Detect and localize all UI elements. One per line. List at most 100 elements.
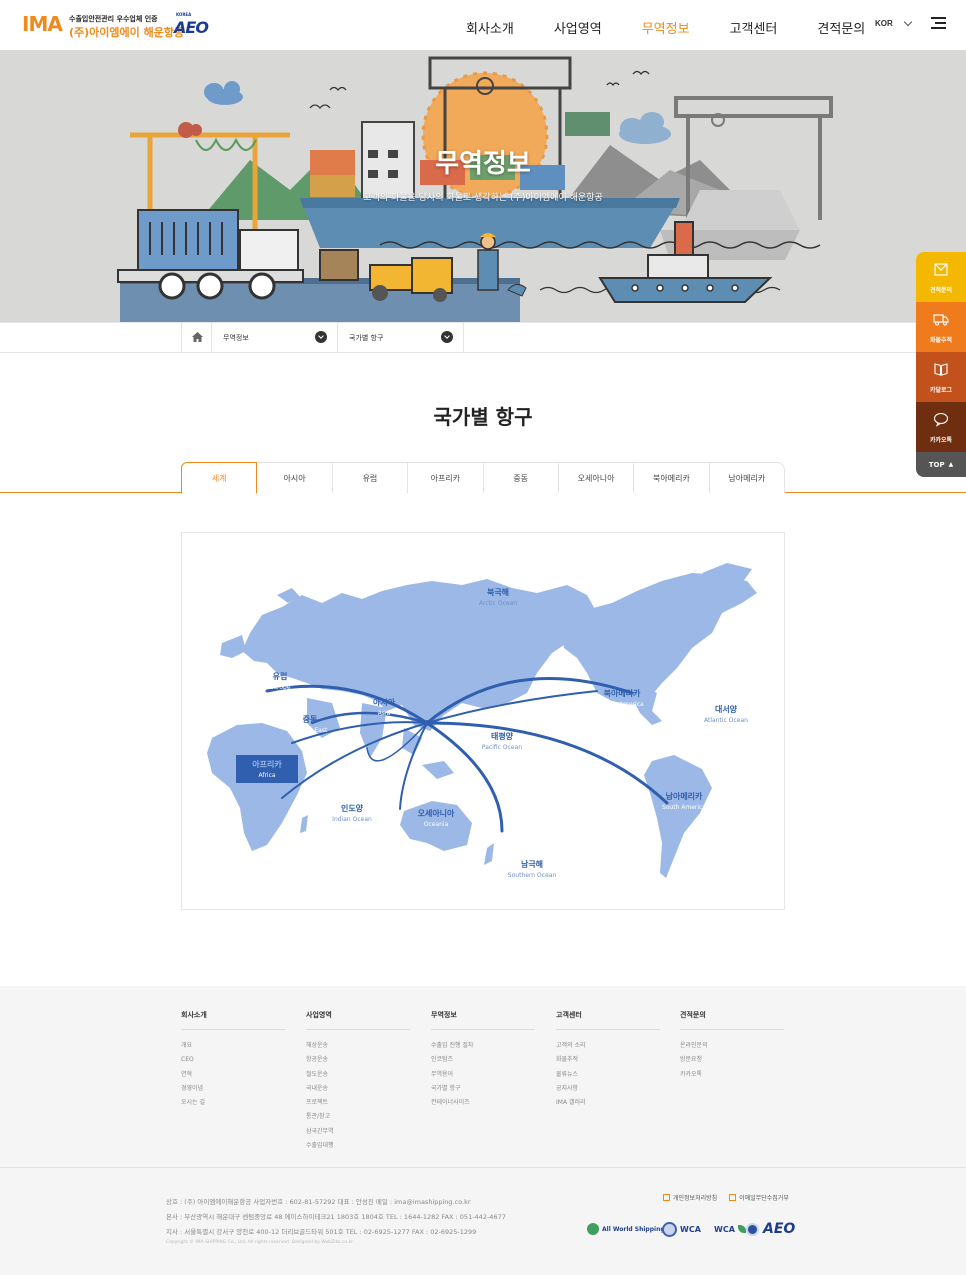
- quick-quote-button[interactable]: 견적문의: [916, 252, 966, 302]
- tab-middle-east[interactable]: 중동: [483, 462, 559, 493]
- footer-link[interactable]: 인코텀즈: [431, 1053, 535, 1067]
- page-title: 국가별 항구: [433, 405, 533, 429]
- logo-company: (주)아이엠에이 해운항공: [69, 26, 185, 39]
- aeo-logo: AEO: [174, 18, 209, 37]
- region-south-america-ko[interactable]: 남아메리카: [666, 791, 703, 801]
- footer-link[interactable]: 개요: [181, 1039, 285, 1053]
- company-info-line: 상호 : (주) 아이엠에이해운항공 사업자번호 : 602-81-57292 …: [166, 1198, 471, 1206]
- ocean-arctic-en: Arctic Ocean: [479, 600, 517, 607]
- region-middle-east-ko[interactable]: 중동: [303, 715, 318, 724]
- talk-icon: [933, 412, 949, 427]
- tab-africa[interactable]: 아프리카: [408, 462, 484, 493]
- footer-link[interactable]: 프로젝트: [306, 1096, 410, 1110]
- footer-link[interactable]: 국가별 항구: [431, 1082, 535, 1096]
- home-icon: [192, 332, 203, 342]
- main-nav: 회사소개 사업영역 무역정보 고객센터 견적문의: [466, 18, 865, 37]
- copyright: Copyright © IMA SHIPPING Co., Ltd. All r…: [166, 1240, 354, 1245]
- footer-link[interactable]: 물류뉴스: [556, 1068, 660, 1082]
- breadcrumb-dropdown-level1[interactable]: 무역정보: [212, 323, 338, 352]
- quick-quote-label: 견적문의: [929, 287, 953, 294]
- logo-tagline: 수출입안전관리 우수업체 인증: [69, 15, 158, 23]
- region-oceania-ko[interactable]: 오세아니아: [418, 808, 455, 818]
- scroll-top-button[interactable]: TOP ▲: [916, 452, 966, 477]
- footer-col-title: 견적문의: [680, 1010, 784, 1030]
- region-asia-en: Asia: [378, 710, 391, 717]
- cert-wca-1: WCA: [662, 1220, 701, 1238]
- footer-link[interactable]: IMA 갤러리: [556, 1096, 660, 1110]
- logo[interactable]: IMA 수출입안전관리 우수업체 인증 (주)아이엠에이 해운항공 KOREA …: [22, 12, 217, 40]
- quick-kakaotalk-button[interactable]: 카카오톡: [916, 402, 966, 452]
- footer-link[interactable]: 연혁: [181, 1068, 285, 1082]
- chevron-down-icon: [903, 17, 913, 27]
- hamburger-menu-icon[interactable]: [931, 17, 946, 29]
- region-north-america-ko[interactable]: 북아메리카: [604, 688, 641, 698]
- footer-link[interactable]: 철도운송: [306, 1068, 410, 1082]
- page: IMA 수출입안전관리 우수업체 인증 (주)아이엠에이 해운항공 KOREA …: [0, 0, 966, 1275]
- footer-link[interactable]: 고객의 소리: [556, 1039, 660, 1053]
- breadcrumb-dropdown-level2[interactable]: 국가별 항구: [338, 323, 464, 352]
- quick-catalog-label: 카달로그: [929, 387, 953, 394]
- footer-link[interactable]: 통관/창고: [306, 1110, 410, 1124]
- wca-leaf-icon: [737, 1225, 746, 1233]
- privacy-policy-link[interactable]: 개인정보처리방침: [663, 1193, 717, 1202]
- footer-col-trade-info: 무역정보 수출입 진행 절차 인코텀즈 무역용어 국가별 항구 컨테이너사이즈: [431, 1010, 535, 1110]
- nav-customer-center[interactable]: 고객센터: [730, 18, 778, 37]
- footer-col-title: 무역정보: [431, 1010, 535, 1030]
- email-refusal-link[interactable]: 이메일무단수집거부: [729, 1193, 789, 1202]
- tab-europe[interactable]: 유럽: [332, 462, 409, 493]
- footer-link[interactable]: 수출입 진행 절차: [431, 1039, 535, 1053]
- region-south-america-en: South America: [662, 804, 706, 811]
- tab-north-america[interactable]: 북아메리카: [634, 462, 710, 493]
- tab-asia[interactable]: 아시아: [257, 462, 333, 493]
- footer-link[interactable]: 오시는 길: [181, 1096, 285, 1110]
- ocean-atlantic-ko: 대서양: [715, 704, 738, 714]
- footer-link[interactable]: 수출입대행: [306, 1139, 410, 1153]
- cert-label: WCA: [680, 1224, 701, 1234]
- truck-icon: [933, 314, 949, 326]
- footer-link[interactable]: 무역용어: [431, 1068, 535, 1082]
- footer-policy-links: 개인정보처리방침 이메일무단수집거부: [663, 1193, 789, 1202]
- document-icon: [663, 1194, 670, 1201]
- chevron-down-icon: [315, 331, 327, 343]
- language-select[interactable]: KOR: [875, 17, 913, 28]
- world-landmass: [207, 563, 757, 878]
- footer-link[interactable]: 해상운송: [306, 1039, 410, 1053]
- quick-tracking-button[interactable]: 화물추적: [916, 302, 966, 352]
- nav-quote[interactable]: 견적문의: [817, 18, 865, 37]
- tab-world[interactable]: 세계: [181, 462, 258, 494]
- footer: 회사소개 개요 CEO 연혁 경영이념 오시는 길 사업영역 해상운송 항공운송…: [0, 986, 966, 1275]
- customs-emblem-icon: [746, 1222, 759, 1236]
- footer-link[interactable]: 경영이념: [181, 1082, 285, 1096]
- footer-link[interactable]: 공지사항: [556, 1082, 660, 1096]
- footer-link[interactable]: 화물추적: [556, 1053, 660, 1067]
- footer-link[interactable]: CEO: [181, 1053, 285, 1067]
- footer-link[interactable]: 온라인문의: [680, 1039, 784, 1053]
- tab-oceania[interactable]: 오세아니아: [558, 462, 635, 493]
- region-europe-ko[interactable]: 유럽: [273, 671, 288, 681]
- quick-menu: 견적문의 화물추적 카달로그 카카오톡 TOP ▲: [916, 252, 966, 477]
- quick-catalog-button[interactable]: 카달로그: [916, 352, 966, 402]
- cert-label: WCA: [714, 1224, 735, 1234]
- hero-subtitle: 고객의 화물을 당사의 화물로 생각하는 (주)아이엠에이 해운항공: [363, 193, 603, 203]
- region-oceania-en: Oceania: [424, 821, 449, 828]
- cert-label: AEO: [763, 1221, 796, 1237]
- hero-banner: 무역정보 고객의 화물을 당사의 화물로 생각하는 (주)아이엠에이 해운항공: [0, 50, 966, 322]
- nav-business[interactable]: 사업영역: [554, 18, 602, 37]
- breadcrumb-home[interactable]: [181, 323, 212, 352]
- korea-origin-marker: [424, 720, 430, 726]
- nav-trade-info[interactable]: 무역정보: [642, 18, 690, 37]
- footer-col-company: 회사소개 개요 CEO 연혁 경영이념 오시는 길: [181, 1010, 285, 1110]
- quote-icon: [934, 263, 948, 276]
- footer-link[interactable]: 국내운송: [306, 1082, 410, 1096]
- footer-col-title: 회사소개: [181, 1010, 285, 1030]
- footer-link[interactable]: 컨테이너사이즈: [431, 1096, 535, 1110]
- region-africa-ko[interactable]: 아프리카: [252, 759, 282, 769]
- footer-link[interactable]: 삼국간무역: [306, 1125, 410, 1139]
- nav-company[interactable]: 회사소개: [466, 18, 514, 37]
- footer-link[interactable]: 방문요청: [680, 1053, 784, 1067]
- region-asia-ko[interactable]: 아시아: [373, 697, 396, 707]
- footer-link[interactable]: 항공운송: [306, 1053, 410, 1067]
- chevron-down-icon: [441, 331, 453, 343]
- tab-south-america[interactable]: 남아메리카: [709, 462, 785, 493]
- footer-link[interactable]: 카카오톡: [680, 1068, 784, 1082]
